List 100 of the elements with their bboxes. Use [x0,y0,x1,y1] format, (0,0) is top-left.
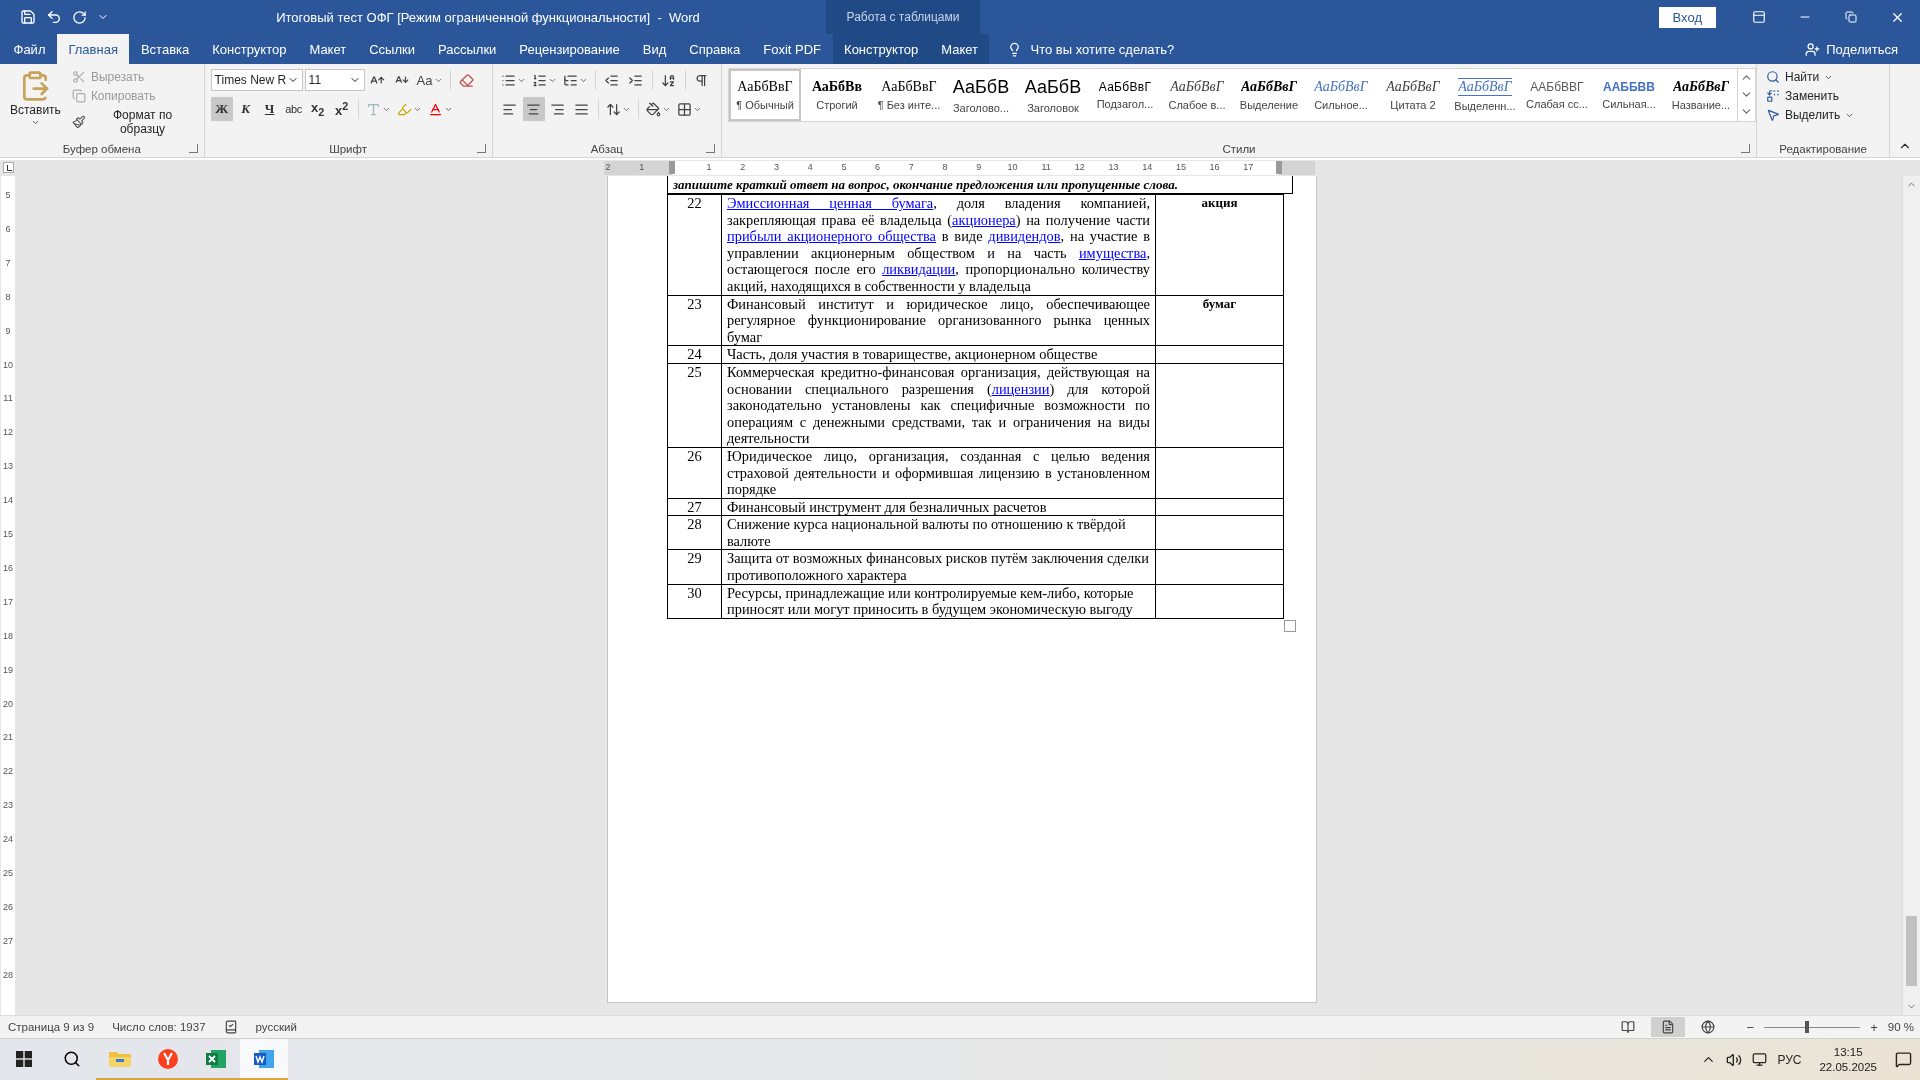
spreadsheet-app-icon [205,1047,227,1070]
language-indicator[interactable]: русский [255,1021,297,1033]
ruler-number: 16 [1208,162,1221,172]
ribbon-tab[interactable]: Вставка [129,34,201,64]
format-button[interactable]: x$^{2}$ [330,97,353,121]
dialog-launcher-icon[interactable] [188,144,198,153]
link[interactable]: прибыли акционерного общества [727,228,936,245]
caret-icon [30,118,40,127]
format-button[interactable]: Ж [210,97,233,121]
ruler-number: 1 [638,162,646,172]
format-button[interactable]: x$_{2}$ [306,97,329,121]
font-name-field[interactable]: Times New R [210,69,303,91]
format-painter-button[interactable]: Формат по образцу [68,106,198,138]
scrollbar-thumb[interactable] [1906,916,1917,986]
group-label: Буфер обмена [62,142,141,155]
link[interactable]: лицензии [991,380,1050,397]
dialog-launcher-icon[interactable] [1741,144,1750,153]
select-button[interactable]: Выделить [1763,106,1858,124]
table-cell: Финансовый институт и юридическое лицо, обеспечивающее регулярное функционирование организованного рынка ценных бумаг [721,295,1156,346]
ruler-number: 4 [806,162,814,172]
ruler-number: 25 [2,868,14,878]
table-cell: 27 [667,498,722,516]
ribbon-tab[interactable]: Главная [56,34,130,64]
format-button[interactable]: Ч [258,97,281,121]
paste-button[interactable]: Вставить [6,68,65,140]
zoom-in-button[interactable]: + [1866,1019,1882,1035]
save-icon[interactable] [20,9,36,25]
ribbon-tab[interactable]: Справка [677,34,752,64]
table-cell: 30 [667,584,722,619]
align-button[interactable] [522,97,545,121]
share-button[interactable]: Поделиться [1783,34,1920,64]
style-preview: АаБбВвГ [1240,79,1297,95]
table-cell: Эмиссионная ценная бумага, доля владения компанией, закрепляющая права её владельца (акционера) на получение части прибыли акционерного общества в виде дивидендов, на участие в управлении акционерным обществом и на часть имущества, остающегося после его ликвидации, пропорционально количеству акций, находящихся в собственности у владельца [721,194,1156,296]
ribbon-tab[interactable]: Конструктор [200,34,298,64]
ruler-number: 18 [2,630,14,641]
grid-icon [676,101,692,117]
style-name: Сильное... [1314,99,1368,111]
proofing-icon[interactable] [223,1020,238,1034]
ribbon-tab[interactable]: Вид [631,34,678,64]
scissors-icon [71,70,86,84]
find-button[interactable]: Найти [1763,68,1858,86]
style-preview: АаБбВвГ [737,79,793,95]
pilcrow-icon [694,72,710,88]
ribbon-tab[interactable]: Макет [929,34,990,64]
ribbon-tab[interactable]: Рецензирование [507,34,632,64]
font-size-field[interactable]: 11 [304,69,365,91]
style-preview: АаБбВ [1024,76,1082,98]
ribbon-tab[interactable]: Рассылки [426,34,508,64]
align-icon [526,101,542,117]
tell-me-field[interactable]: Что вы хотите сделать? [989,34,1187,64]
ribbon-tab[interactable]: Файл [2,34,57,64]
network-icon[interactable] [1752,1052,1768,1067]
ribbon-tab[interactable]: Конструктор [832,34,930,64]
multilevel-list-icon [562,72,578,88]
ruler-number: 9 [975,162,983,172]
table-resize-handle[interactable] [1284,619,1296,632]
undo-icon[interactable] [46,9,62,25]
view-button[interactable] [1650,1017,1685,1037]
dialog-launcher-icon[interactable] [476,144,486,153]
format-button[interactable]: К [234,97,257,121]
link[interactable]: дивидендов [988,228,1061,245]
clock[interactable]: 13:15 22.05.2025 [1811,1044,1885,1075]
ruler-number: 17 [2,596,14,607]
ruler-number: 2 [739,162,747,172]
replace-button[interactable]: Заменить [1763,87,1858,105]
speaker-icon[interactable] [1726,1051,1743,1068]
indent-marker[interactable] [1276,161,1282,174]
style-preview: АаБбВвГ [1458,78,1512,96]
ribbon-tab[interactable]: Макет [297,34,358,64]
word-count[interactable]: Число слов: 1937 [112,1021,206,1033]
redo-icon[interactable] [72,9,87,25]
ribbon-tab[interactable]: Ссылки [357,34,427,64]
style-name: Заголово... [952,101,1009,114]
tab-selector-icon[interactable] [3,162,14,173]
format-button[interactable]: abc [282,97,305,121]
ribbon-tab[interactable]: Foxit PDF [751,34,833,64]
dialog-launcher-icon[interactable] [706,144,715,153]
text-effects-icon [365,101,381,117]
link[interactable]: акционера [952,211,1016,228]
style-preview: АаБбВвГ [1314,79,1368,95]
style-item[interactable]: АаБбВвГ ¶ Обычный [729,69,801,121]
ruler-number: 6 [4,223,12,234]
zoom-out-button[interactable]: − [1742,1019,1759,1035]
input-language[interactable]: РУС [1777,1052,1802,1067]
ruler-number: 12 [2,427,14,438]
change-case-button[interactable]: Aa [414,68,445,92]
table-cell: Финансовый инструмент для безналичных расчетов [721,498,1156,516]
indent-marker[interactable] [669,161,675,174]
instruction-text: запишите краткий ответ на вопрос, окончание предложения или пропущенные слова. [667,176,1293,194]
taskbar-app[interactable] [240,1039,288,1080]
ruler-number: 8 [941,162,949,172]
page-count[interactable]: Страница 9 из 9 [8,1021,95,1033]
notifications-icon[interactable] [1895,1051,1912,1068]
ruler-number: 5 [4,190,12,200]
sign-in-button[interactable]: Вход [1658,6,1716,28]
style-name: Строгий [816,99,858,111]
paint-bucket-icon [645,101,661,117]
ruler-number: 10 [2,359,14,370]
zoom-level[interactable]: 90 % [1887,1021,1914,1033]
zoom-slider-thumb[interactable] [1805,1021,1810,1033]
